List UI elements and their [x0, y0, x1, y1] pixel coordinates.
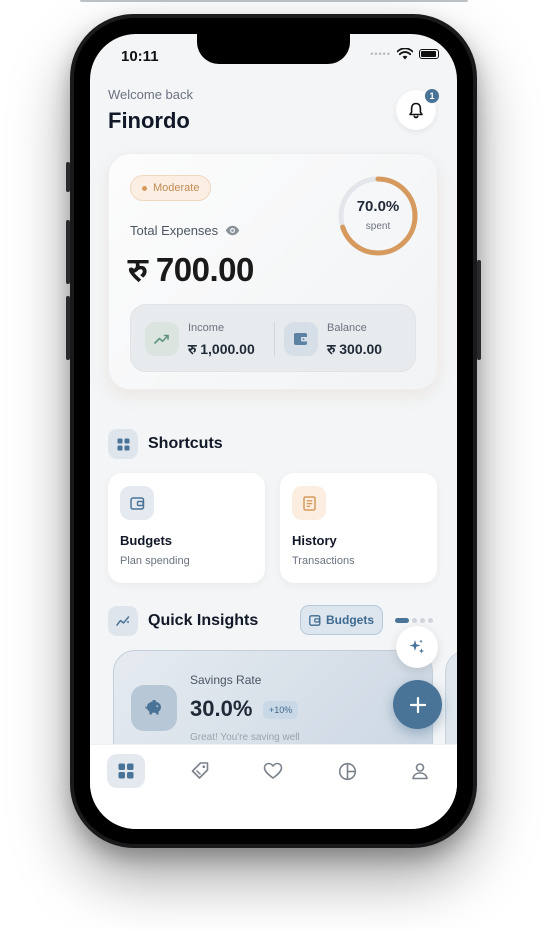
- wallet-icon: [294, 333, 308, 345]
- heart-icon: [263, 762, 283, 779]
- bell-icon: [409, 102, 423, 118]
- previous-device-edge: [80, 0, 468, 2]
- status-time: 10:11: [121, 48, 159, 65]
- sparkles-icon: [409, 639, 424, 654]
- carousel-dot[interactable]: [412, 618, 417, 623]
- trending-up-icon: [154, 334, 169, 344]
- wifi-icon: [397, 48, 413, 60]
- balance-value: रु 300.00: [327, 341, 383, 357]
- carousel-dot[interactable]: [428, 618, 433, 623]
- bottom-tab-bar: [90, 744, 457, 829]
- total-expenses-amount: रु 700.00: [128, 251, 254, 288]
- insight-description: Great! You're saving well: [190, 732, 300, 743]
- history-icon-box: [292, 486, 326, 520]
- grid-icon: [117, 438, 129, 450]
- budgets-filter-button[interactable]: Budgets: [300, 605, 383, 635]
- volume-down-button: [66, 296, 70, 360]
- pie-chart-icon: [338, 762, 356, 780]
- tag-icon: [191, 762, 209, 779]
- tab-profile[interactable]: [401, 754, 439, 788]
- insights-title: Quick Insights: [148, 612, 259, 629]
- shortcut-title: History: [292, 533, 337, 548]
- expense-summary-card: Moderate Total Expenses रु 700.00 70.0% …: [108, 153, 438, 390]
- tab-favorites[interactable]: [254, 754, 292, 788]
- battery-icon: [419, 49, 439, 59]
- insight-label: Savings Rate: [190, 673, 262, 687]
- shortcut-budgets[interactable]: Budgets Plan spending: [108, 473, 265, 583]
- tab-transactions[interactable]: [181, 754, 219, 788]
- eye-icon[interactable]: [225, 225, 240, 236]
- shortcut-subtitle: Plan spending: [120, 555, 190, 567]
- sparkline-icon: [116, 616, 130, 626]
- shortcuts-section-icon: [108, 429, 138, 459]
- status-pill-label: Moderate: [153, 182, 200, 194]
- income-value: रु 1,000.00: [188, 341, 255, 357]
- balance-icon-box: [284, 322, 318, 356]
- budgets-filter-label: Budgets: [326, 613, 374, 627]
- wallet-icon: [129, 496, 144, 510]
- savings-icon-box: [131, 685, 177, 731]
- notification-badge: 1: [424, 88, 440, 104]
- status-icons: •••••: [370, 48, 439, 60]
- income-balance-panel: Income रु 1,000.00 Balance रु 300.00: [130, 304, 416, 372]
- add-transaction-button[interactable]: [393, 680, 442, 729]
- volume-up-button: [66, 220, 70, 284]
- insight-change-badge: +10%: [263, 701, 299, 719]
- shortcut-history[interactable]: History Transactions: [280, 473, 437, 583]
- total-expenses-text: Total Expenses: [130, 223, 219, 238]
- signal-icon: •••••: [370, 49, 391, 59]
- divider: [274, 322, 275, 356]
- receipt-icon: [302, 495, 316, 511]
- grid-icon: [118, 763, 134, 779]
- plus-icon: [409, 696, 426, 713]
- shortcuts-title: Shortcuts: [148, 435, 223, 452]
- wallet-icon: [309, 614, 321, 626]
- status-pill: Moderate: [130, 175, 212, 201]
- carousel-dot[interactable]: [420, 618, 425, 623]
- piggy-bank-icon: [145, 700, 161, 715]
- income-icon-box: [145, 322, 179, 356]
- spent-progress-ring: [338, 176, 418, 256]
- tab-dashboard[interactable]: [107, 754, 145, 788]
- insights-section-icon: [108, 606, 138, 636]
- carousel-dot-active[interactable]: [395, 618, 409, 623]
- spent-percent: 70.0%: [356, 198, 400, 215]
- tab-reports[interactable]: [328, 754, 366, 788]
- power-button: [477, 260, 481, 360]
- total-expenses-label: Total Expenses: [130, 223, 240, 238]
- income-label: Income: [188, 322, 225, 334]
- spent-label: spent: [365, 221, 391, 232]
- status-dot: [142, 185, 147, 191]
- carousel-dots[interactable]: [395, 618, 433, 623]
- greeting: Welcome back: [108, 87, 194, 102]
- notch: [197, 34, 350, 64]
- app-screen: 10:11 ••••• Welcome back Finordo 1 Moder…: [90, 34, 457, 829]
- budgets-icon-box: [120, 486, 154, 520]
- mute-switch: [66, 162, 70, 192]
- insight-value: 30.0%: [190, 696, 253, 721]
- ai-assistant-button[interactable]: [396, 626, 438, 668]
- shortcut-subtitle: Transactions: [292, 555, 355, 567]
- balance-label: Balance: [327, 322, 367, 334]
- user-icon: [412, 763, 428, 780]
- shortcut-title: Budgets: [120, 533, 172, 548]
- app-title: Finordo: [108, 108, 190, 133]
